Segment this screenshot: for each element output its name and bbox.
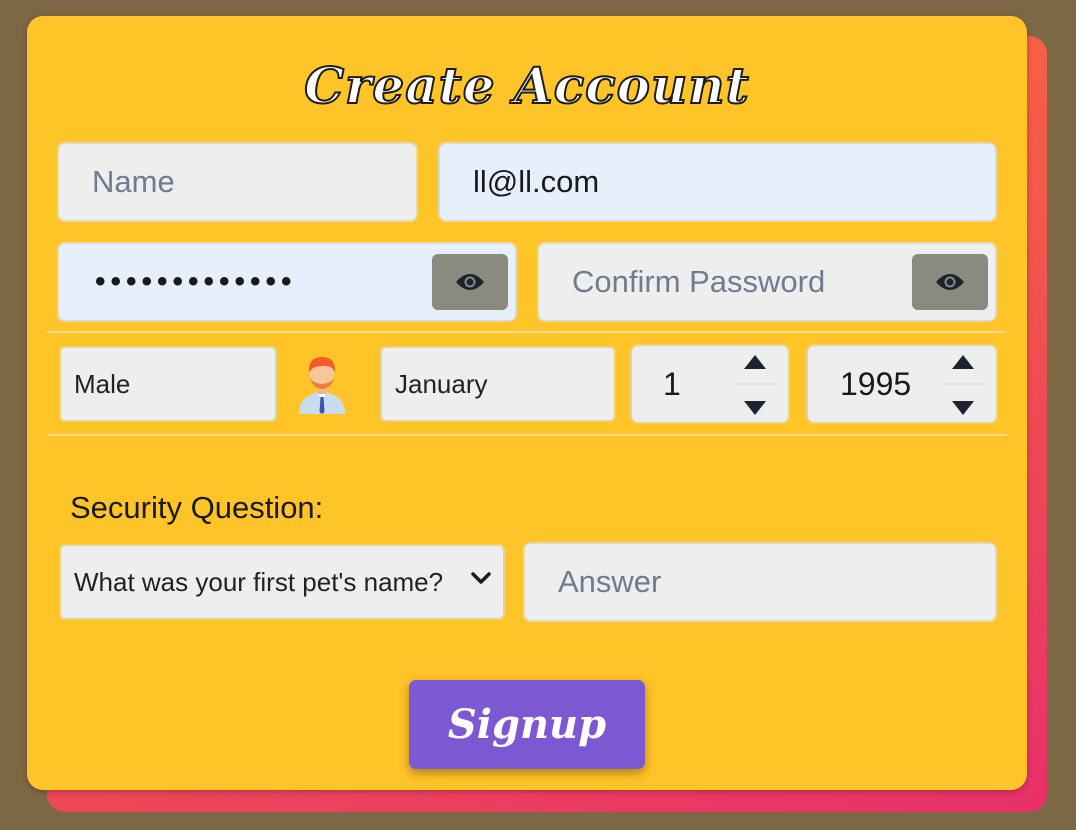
gender-select[interactable]: Male	[59, 346, 277, 422]
increment-arrow-icon[interactable]	[952, 355, 974, 369]
security-answer-field[interactable]: Answer	[523, 542, 997, 622]
male-avatar-icon	[299, 357, 345, 414]
divider	[47, 434, 1007, 436]
answer-placeholder: Answer	[558, 564, 662, 599]
eye-icon	[936, 274, 964, 290]
birth-day-value: 1	[663, 365, 681, 402]
form-title: Create Account	[303, 55, 750, 116]
birth-year-value: 1995	[840, 365, 912, 402]
birth-month-select[interactable]: January	[380, 346, 616, 422]
divider	[47, 331, 1007, 333]
password-field[interactable]: •••••••••••••	[57, 242, 517, 322]
eye-icon	[456, 274, 484, 290]
password-visibility-toggle[interactable]	[432, 254, 508, 310]
increment-arrow-icon[interactable]	[744, 355, 766, 369]
stepper-divider	[732, 383, 780, 385]
email-field[interactable]: ll@ll.com	[438, 142, 997, 222]
confirm-password-field[interactable]: Confirm Password	[537, 242, 997, 322]
email-value: ll@ll.com	[473, 164, 600, 199]
decrement-arrow-icon[interactable]	[952, 401, 974, 415]
signup-card: Create Account Name ll@ll.com ••••••••••…	[27, 16, 1027, 790]
confirm-password-visibility-toggle[interactable]	[912, 254, 988, 310]
gender-value: Male	[74, 368, 131, 399]
password-value: •••••••••••••	[95, 265, 297, 298]
security-question-select[interactable]: What was your first pet's name?	[59, 544, 505, 620]
stepper-divider	[940, 383, 988, 385]
name-placeholder: Name	[92, 164, 175, 199]
birth-year-stepper[interactable]: 1995	[806, 344, 998, 424]
confirm-password-placeholder: Confirm Password	[572, 264, 826, 299]
security-question-value: What was your first pet's name?	[74, 566, 444, 597]
decrement-arrow-icon[interactable]	[744, 401, 766, 415]
birth-month-value: January	[395, 368, 488, 399]
signup-button[interactable]: Signup	[409, 680, 645, 769]
chevron-down-icon	[471, 572, 491, 584]
birth-day-stepper[interactable]: 1	[630, 344, 790, 424]
name-field[interactable]: Name	[57, 142, 418, 222]
security-question-label: Security Question:	[70, 490, 324, 525]
